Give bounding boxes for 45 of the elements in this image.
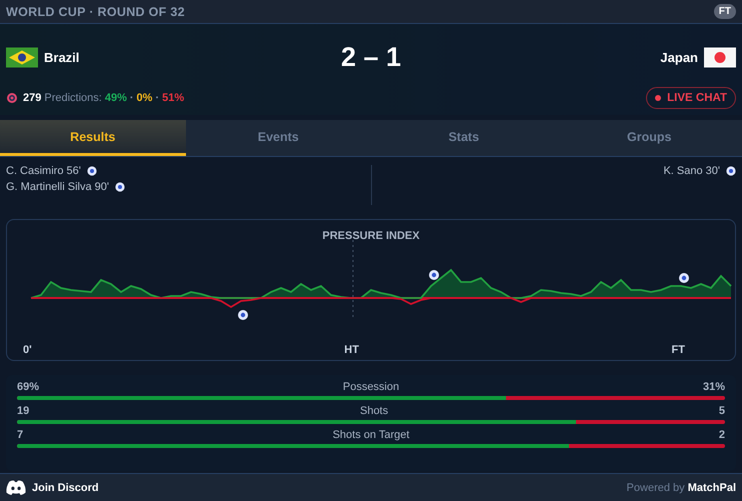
axis-label: 0' bbox=[23, 344, 32, 356]
team-name: Brazil bbox=[44, 50, 80, 64]
tab[interactable]: Events bbox=[186, 120, 371, 156]
prediction-label: Predictions: bbox=[44, 92, 102, 104]
home-value: 69% bbox=[17, 381, 40, 393]
competition-title: WORLD CUP · ROUND OF 32 bbox=[6, 4, 185, 18]
ball-icon bbox=[238, 310, 248, 320]
chart-title: PRESSURE INDEX bbox=[321, 230, 421, 242]
stat-label: Shots on Target bbox=[332, 429, 410, 441]
target-icon bbox=[6, 92, 18, 104]
separator-dot: · bbox=[130, 92, 134, 104]
ball-icon bbox=[429, 270, 439, 280]
away-value: 2 bbox=[718, 429, 725, 441]
tab[interactable]: Stats bbox=[371, 120, 556, 156]
discord-icon bbox=[6, 480, 26, 495]
axis-label: HT bbox=[344, 344, 359, 356]
home-value: 19 bbox=[17, 405, 30, 417]
away-value: 5 bbox=[718, 405, 725, 417]
ball-icon bbox=[726, 166, 736, 176]
tab[interactable]: Results bbox=[0, 120, 186, 156]
flag-icon bbox=[6, 46, 38, 68]
separator-dot: · bbox=[155, 92, 160, 104]
tab[interactable]: Groups bbox=[556, 120, 742, 156]
scorer-name: C. Casimiro 56' bbox=[6, 165, 81, 177]
live-chat-button[interactable]: LIVE CHAT bbox=[646, 87, 736, 109]
stat-label: Shots bbox=[360, 405, 388, 417]
join-discord-link[interactable]: Join Discord bbox=[6, 480, 99, 495]
home-percent: 49% bbox=[104, 92, 127, 104]
prediction-count: 279 bbox=[23, 92, 42, 104]
ball-icon bbox=[679, 273, 689, 283]
flag-icon bbox=[704, 46, 736, 68]
draw-percent: 0% bbox=[136, 92, 152, 104]
status-badge: FT bbox=[714, 4, 736, 19]
team-name: Japan bbox=[660, 50, 698, 64]
ball-icon bbox=[114, 182, 125, 192]
scorer-name: K. Sano 30' bbox=[663, 165, 720, 177]
score: 2 – 1 bbox=[340, 42, 402, 72]
axis-label: FT bbox=[672, 344, 685, 356]
home-value: 7 bbox=[17, 429, 24, 441]
ball-icon bbox=[86, 166, 97, 176]
stat-label: Possession bbox=[342, 381, 400, 393]
away-value: 31% bbox=[702, 381, 725, 393]
powered-by-text: Powered by MatchPal bbox=[626, 482, 736, 494]
scorer-name: G. Martinelli Silva 90' bbox=[6, 181, 109, 193]
away-percent: 51% bbox=[162, 92, 184, 104]
